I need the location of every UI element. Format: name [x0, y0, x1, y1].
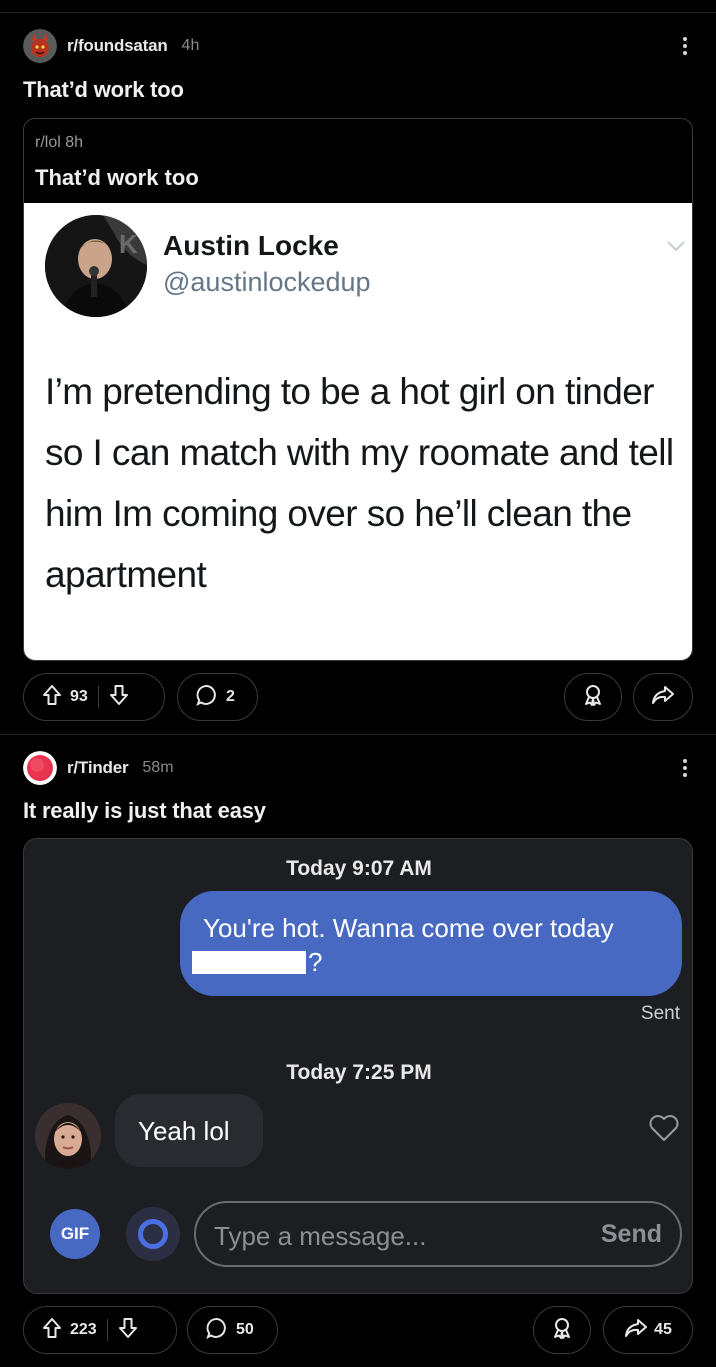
share-icon	[624, 1317, 648, 1344]
share-button[interactable]: 45	[603, 1306, 693, 1354]
gif-button[interactable]: GIF	[50, 1209, 100, 1259]
post-action-bar: 223 50 45	[23, 1306, 693, 1354]
post-age: 4h	[181, 37, 200, 54]
tweet-author-name: Austin Locke	[163, 230, 339, 261]
outgoing-message-text: You're hot. Wanna come over today	[203, 913, 614, 943]
post-age: 58m	[142, 759, 174, 776]
tweet-avatar: K	[45, 215, 147, 317]
chat-timestamp: Today 9:07 AM	[286, 857, 432, 880]
incoming-message-text: Yeah lol	[138, 1116, 230, 1146]
comment-icon	[196, 684, 218, 711]
comment-count: 50	[236, 1321, 254, 1338]
award-button[interactable]	[564, 673, 622, 721]
chevron-down-icon	[666, 239, 686, 258]
post-title[interactable]: It really is just that easy	[23, 798, 266, 824]
tweet-author-handle: @austinlockedup	[163, 267, 371, 297]
share-button[interactable]	[633, 673, 693, 721]
ring-icon	[138, 1219, 168, 1249]
incoming-message: Yeah lol	[115, 1094, 263, 1167]
award-button[interactable]	[533, 1306, 591, 1354]
crosspost-card[interactable]: r/lol 8h That’d work too K Austin Locke …	[23, 118, 693, 661]
more-icon[interactable]	[682, 37, 688, 55]
comment-icon	[206, 1317, 228, 1344]
comment-count: 2	[226, 688, 235, 705]
outgoing-message-end: ?	[308, 947, 323, 977]
chat-timestamp: Today 7:25 PM	[286, 1061, 432, 1084]
comments-button[interactable]: 50	[187, 1306, 278, 1354]
message-input-placeholder: Type a message...	[214, 1221, 427, 1251]
tweet-text: I’m pretending to be a hot girl on tinde…	[45, 371, 674, 595]
heart-icon[interactable]	[648, 1113, 680, 1148]
tinder-screenshot[interactable]: Today 9:07 AM You're hot. Wanna come ove…	[23, 838, 693, 1294]
upvote-count: 93	[70, 688, 88, 705]
post-action-bar: 93 2	[23, 673, 693, 721]
upvote-icon[interactable]	[42, 1317, 62, 1344]
comments-button[interactable]: 2	[177, 673, 258, 721]
post-title[interactable]: That’d work too	[23, 77, 184, 103]
send-button[interactable]: Send	[601, 1220, 662, 1249]
more-icon[interactable]	[682, 759, 688, 777]
crosspost-title: That’d work too	[35, 165, 199, 190]
sent-status: Sent	[640, 1003, 680, 1024]
post-divider	[0, 734, 716, 735]
vote-pill: 223	[23, 1306, 177, 1354]
sticker-button[interactable]	[126, 1207, 180, 1261]
vote-pill: 93	[23, 673, 165, 721]
redaction-box	[192, 951, 306, 974]
post-header: r/Tinder 58m	[23, 751, 174, 785]
subreddit-avatar[interactable]	[23, 751, 57, 785]
share-icon	[651, 684, 675, 711]
downvote-icon[interactable]	[118, 1317, 138, 1344]
post-header: r/foundsatan 4h	[23, 29, 199, 63]
tweet-image[interactable]: K Austin Locke @austinlockedup I’m prete…	[24, 203, 692, 660]
message-input[interactable]: Type a message... Send	[194, 1201, 682, 1267]
match-avatar	[35, 1103, 101, 1169]
crosspost-subreddit[interactable]: r/lol 8h	[35, 134, 83, 152]
top-divider	[0, 12, 716, 13]
upvote-icon[interactable]	[42, 684, 62, 711]
outgoing-message: You're hot. Wanna come over today ?	[180, 891, 682, 996]
award-icon	[550, 1316, 574, 1345]
subreddit-name[interactable]: r/foundsatan	[67, 36, 168, 56]
subreddit-avatar[interactable]	[23, 29, 57, 63]
subreddit-name[interactable]: r/Tinder	[67, 758, 129, 778]
svg-text:K: K	[119, 229, 138, 259]
upvote-count: 223	[70, 1321, 97, 1338]
downvote-icon[interactable]	[109, 684, 129, 711]
award-icon	[581, 683, 605, 712]
share-count: 45	[654, 1321, 672, 1338]
